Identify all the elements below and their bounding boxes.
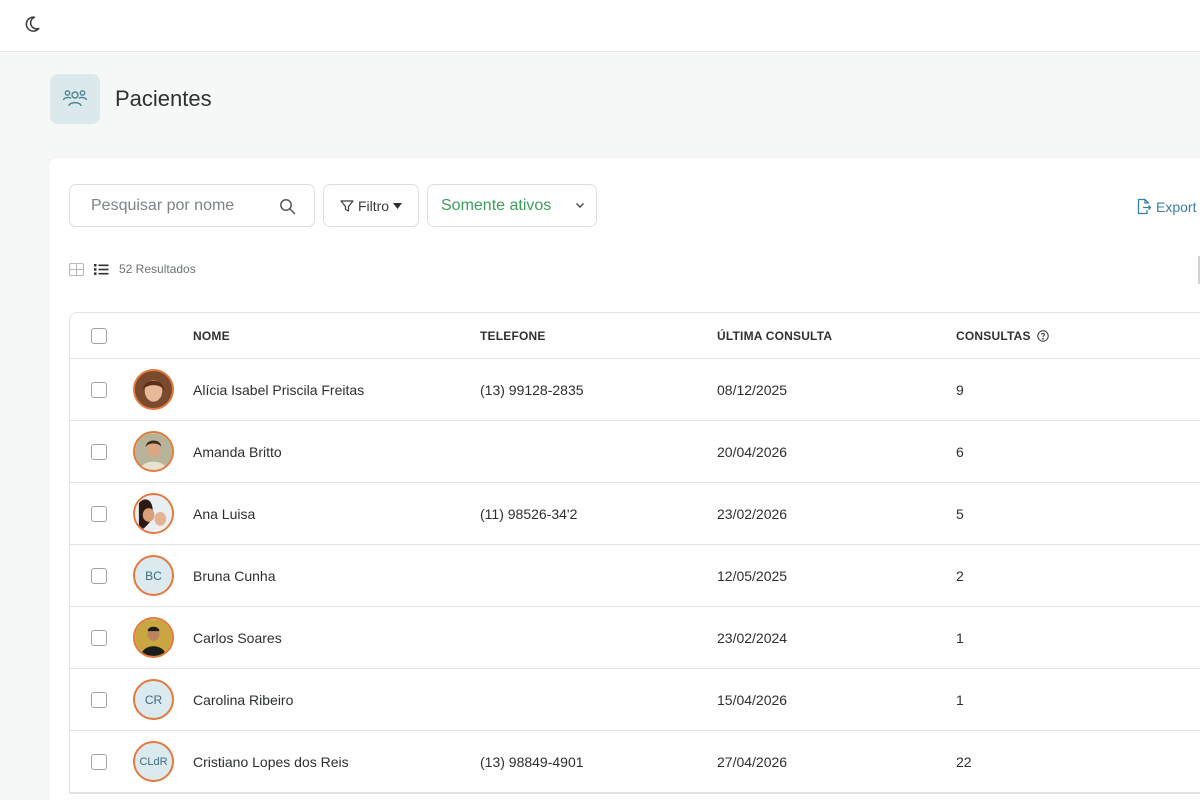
- patient-name[interactable]: Carlos Soares: [193, 630, 282, 646]
- avatar: [133, 493, 174, 534]
- status-select-value: Somente ativos: [441, 196, 552, 214]
- page-title: Pacientes: [115, 86, 212, 111]
- row-checkbox[interactable]: [91, 692, 107, 708]
- avatar: BC: [133, 555, 174, 596]
- table-row[interactable]: Amanda Britto 20/04/2026 6: [70, 421, 1200, 483]
- table-row[interactable]: CLdR Cristiano Lopes dos Reis (13) 98849…: [70, 731, 1200, 793]
- patient-phone: (11) 98526-34'2: [480, 506, 578, 522]
- last-consult-date: 27/04/2026: [717, 754, 788, 770]
- search-input[interactable]: [91, 196, 261, 215]
- patient-name[interactable]: Ana Luisa: [193, 506, 255, 522]
- header-phone[interactable]: TELEFONE: [480, 329, 546, 343]
- search-icon[interactable]: [279, 198, 296, 215]
- table-row[interactable]: CR Carolina Ribeiro 15/04/2026 1: [70, 669, 1200, 731]
- table-header: NOME TELEFONE ÚLTIMA CONSULTA CONSULTAS: [70, 313, 1200, 359]
- chevron-down-icon: [575, 202, 585, 209]
- last-consult-date: 15/04/2026: [717, 692, 788, 708]
- consults-count: 22: [956, 754, 972, 770]
- row-checkbox[interactable]: [91, 568, 107, 584]
- table-row[interactable]: Alícia Isabel Priscila Freitas (13) 9912…: [70, 359, 1200, 421]
- row-checkbox[interactable]: [91, 754, 107, 770]
- last-consult-date: 20/04/2026: [717, 444, 788, 460]
- patients-table: NOME TELEFONE ÚLTIMA CONSULTA CONSULTAS …: [69, 312, 1200, 794]
- avatar: [133, 431, 174, 472]
- results-count: 52 Resultados: [119, 262, 196, 276]
- consults-count: 9: [956, 382, 964, 398]
- consults-count: 2: [956, 568, 964, 584]
- header-consults-label: CONSULTAS: [956, 329, 1031, 343]
- row-checkbox[interactable]: [91, 444, 107, 460]
- filter-label: Filtro: [357, 197, 390, 214]
- export-button[interactable]: Export: [1135, 198, 1196, 215]
- avatar: CR: [133, 679, 174, 720]
- list-view-icon[interactable]: [94, 263, 109, 276]
- top-bar: [0, 0, 1200, 52]
- search-box: [69, 184, 315, 227]
- last-consult-date: 23/02/2024: [717, 630, 788, 646]
- consults-count: 5: [956, 506, 964, 522]
- filter-button[interactable]: Filtro: [323, 184, 419, 227]
- avatar: [133, 617, 174, 658]
- patient-phone: (13) 99128-2835: [480, 382, 584, 398]
- moon-icon[interactable]: [22, 14, 42, 34]
- header-last-consult[interactable]: ÚLTIMA CONSULTA: [717, 329, 832, 343]
- patient-name[interactable]: Bruna Cunha: [193, 568, 276, 584]
- select-all-checkbox[interactable]: [91, 328, 107, 344]
- table-row[interactable]: Carlos Soares 23/02/2024 1: [70, 607, 1200, 669]
- table-row[interactable]: BC Bruna Cunha 12/05/2025 2: [70, 545, 1200, 607]
- patient-name[interactable]: Alícia Isabel Priscila Freitas: [193, 382, 364, 398]
- header-name[interactable]: NOME: [193, 329, 230, 343]
- avatar: [133, 369, 174, 410]
- last-consult-date: 12/05/2025: [717, 568, 788, 584]
- patient-name[interactable]: Amanda Britto: [193, 444, 282, 460]
- page-header: Pacientes: [50, 74, 212, 124]
- funnel-icon: [340, 199, 354, 212]
- patient-phone: (13) 98849-4901: [480, 754, 584, 770]
- status-select[interactable]: Somente ativos: [427, 184, 597, 227]
- avatar: CLdR: [133, 741, 174, 782]
- help-icon[interactable]: [1036, 330, 1049, 342]
- consults-count: 1: [956, 630, 964, 646]
- header-consults[interactable]: CONSULTAS: [956, 329, 1049, 343]
- last-consult-date: 08/12/2025: [717, 382, 788, 398]
- consults-count: 6: [956, 444, 964, 460]
- view-toggle-row: 52 Resultados: [69, 262, 196, 276]
- table-row[interactable]: Ana Luisa (11) 98526-34'2 23/02/2026 5: [70, 483, 1200, 545]
- patient-name[interactable]: Cristiano Lopes dos Reis: [193, 754, 349, 770]
- last-consult-date: 23/02/2026: [717, 506, 788, 522]
- row-checkbox[interactable]: [91, 630, 107, 646]
- patient-name[interactable]: Carolina Ribeiro: [193, 692, 293, 708]
- consults-count: 1: [956, 692, 964, 708]
- patients-card: Filtro Somente ativos Export 52 Resultad…: [49, 158, 1200, 800]
- row-checkbox[interactable]: [91, 382, 107, 398]
- export-icon: [1137, 198, 1152, 215]
- patients-icon: [50, 74, 100, 124]
- row-checkbox[interactable]: [91, 506, 107, 522]
- grid-view-icon[interactable]: [69, 262, 84, 276]
- caret-down-icon: [393, 202, 403, 209]
- export-label: Export: [1156, 198, 1197, 215]
